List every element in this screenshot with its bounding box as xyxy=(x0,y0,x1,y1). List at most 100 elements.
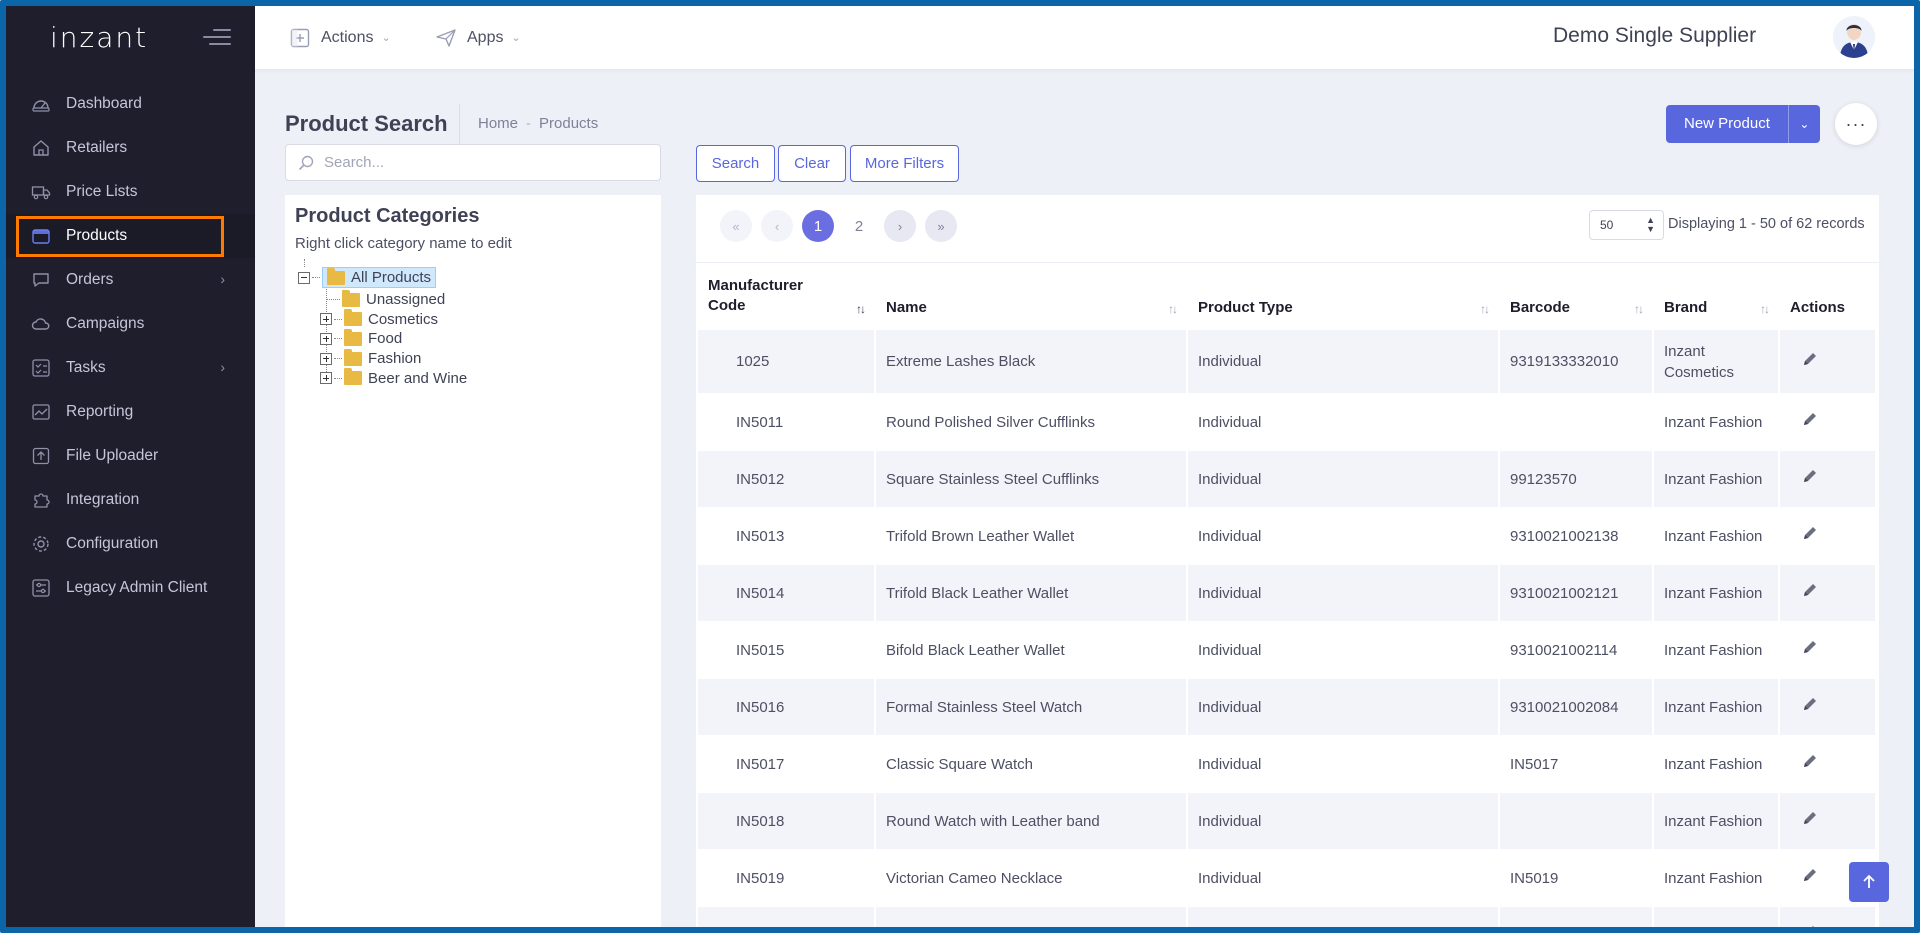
sidebar-item-configuration[interactable]: Configuration xyxy=(6,522,255,566)
table-row[interactable]: IN5018 Round Watch with Leather band Indiv… xyxy=(698,793,1877,850)
edit-pencil-icon[interactable] xyxy=(1790,413,1818,431)
app-frame: inzant Dashboard Retailers Price Lists Prod… xyxy=(0,0,1920,933)
edit-pencil-icon[interactable] xyxy=(1790,352,1818,371)
sidebar-item-campaigns[interactable]: Campaigns xyxy=(6,302,255,346)
page-number-2[interactable]: 2 xyxy=(843,210,875,242)
sidebar-item-dashboard[interactable]: Dashboard xyxy=(6,82,255,126)
chevron-down-icon: ⌄ xyxy=(511,32,521,44)
sort-icon[interactable]: ↑↓ xyxy=(1634,302,1644,316)
table-row[interactable]: IN5011 Round Polished Silver Cufflinks Ind… xyxy=(698,394,1877,451)
gauge-icon xyxy=(30,93,52,115)
last-page-icon[interactable]: » xyxy=(925,210,957,242)
tree-connector xyxy=(334,338,342,340)
hamburger-menu-icon[interactable] xyxy=(203,28,231,46)
expand-icon[interactable] xyxy=(320,372,332,385)
cell-barcode: 9310021002084 xyxy=(1500,679,1654,736)
edit-pencil-icon[interactable] xyxy=(1812,926,1814,927)
tree-node-label: Food xyxy=(368,330,403,348)
table-row[interactable]: IN5015 Bifold Black Leather Wallet Individ… xyxy=(698,622,1877,679)
supplier-name[interactable]: Demo Single Supplier xyxy=(1553,24,1756,48)
sort-asc-icon[interactable]: ↑↓ xyxy=(856,302,866,316)
table-row[interactable]: IN5017 Classic Square Watch Individual IN50… xyxy=(698,736,1877,793)
breadcrumb-home[interactable]: Home xyxy=(478,115,518,132)
cell-manufacturer-code: 1025 xyxy=(698,330,876,394)
product-categories-panel: Product Categories Right click category … xyxy=(285,195,661,927)
edit-pencil-icon[interactable] xyxy=(1790,470,1818,488)
column-header-brand[interactable]: Brand ↑↓ xyxy=(1654,265,1780,330)
tree-node-all-products[interactable]: All Products xyxy=(298,267,437,288)
column-header-barcode[interactable]: Barcode ↑↓ xyxy=(1500,265,1654,330)
tree-node-cosmetics[interactable]: Cosmetics xyxy=(320,309,438,328)
collapse-icon[interactable] xyxy=(298,271,310,284)
sidebar-item-reporting[interactable]: Reporting xyxy=(6,390,255,434)
table-row[interactable]: IN5013 Trifold Brown Leather Wallet Indivi… xyxy=(698,508,1877,565)
products-table: Manufacturer Code ↑↓ Name ↑↓ Product Type ↑… xyxy=(698,265,1877,927)
prev-page-icon[interactable]: ‹ xyxy=(761,210,793,242)
more-options-button[interactable]: ··· xyxy=(1835,103,1877,145)
edit-pencil-icon[interactable] xyxy=(1790,584,1818,602)
tree-node-unassigned[interactable]: Unassigned xyxy=(326,289,445,308)
sidebar-item-price-lists[interactable]: Price Lists xyxy=(6,170,255,214)
new-product-button[interactable]: New Product xyxy=(1666,105,1788,143)
sidebar-item-file-uploader[interactable]: File Uploader xyxy=(6,434,255,478)
user-avatar[interactable] xyxy=(1833,16,1875,58)
apps-menu[interactable]: Apps ⌄ xyxy=(435,6,521,69)
vertical-scrollbar[interactable] xyxy=(1914,14,1920,264)
sidebar-item-orders[interactable]: Orders › xyxy=(6,258,255,302)
table-header-row: Manufacturer Code ↑↓ Name ↑↓ Product Type ↑… xyxy=(698,265,1877,330)
scroll-to-top-button[interactable] xyxy=(1849,862,1889,902)
next-page-icon[interactable]: › xyxy=(884,210,916,242)
table-row[interactable]: IN5019 Victorian Cameo Necklace Individual… xyxy=(698,850,1877,907)
sidebar-item-integration[interactable]: Integration xyxy=(6,478,255,522)
search-input[interactable] xyxy=(324,154,644,171)
search-icon xyxy=(298,155,314,170)
expand-icon[interactable] xyxy=(320,352,332,365)
cell-actions xyxy=(1780,679,1877,736)
table-row[interactable]: IN5016 Formal Stainless Steel Watch Indivi… xyxy=(698,679,1877,736)
cell-actions xyxy=(1780,451,1877,508)
edit-pencil-icon[interactable] xyxy=(1790,641,1818,659)
column-header-manufacturer-code[interactable]: Manufacturer Code ↑↓ xyxy=(698,265,876,330)
table-body: 1025 Extreme Lashes Black Individual 931913… xyxy=(698,330,1877,927)
sidebar-item-products[interactable]: Products xyxy=(6,214,255,258)
edit-pencil-icon[interactable] xyxy=(1790,869,1818,887)
first-page-icon[interactable]: « xyxy=(720,210,752,242)
cell-manufacturer-code: IN5015 xyxy=(698,622,876,679)
column-header-name[interactable]: Name ↑↓ xyxy=(876,265,1188,330)
sort-icon[interactable]: ↑↓ xyxy=(1480,302,1490,316)
table-row[interactable]: 1025 Extreme Lashes Black Individual 931913… xyxy=(698,330,1877,394)
breadcrumb-products[interactable]: Products xyxy=(539,115,598,132)
tree-node-food[interactable]: Food xyxy=(320,328,403,348)
sidebar-item-tasks[interactable]: Tasks › xyxy=(6,346,255,390)
table-row[interactable]: IN5012 Square Stainless Steel Cufflinks In… xyxy=(698,451,1877,508)
tree-node-beer-and-wine[interactable]: Beer and Wine xyxy=(320,368,467,387)
tree-node-fashion[interactable]: Fashion xyxy=(320,348,421,367)
edit-pencil-icon[interactable] xyxy=(1790,812,1818,830)
edit-pencil-icon[interactable] xyxy=(1790,698,1818,716)
sort-icon[interactable]: ↑↓ xyxy=(1168,302,1178,316)
page-number-1[interactable]: 1 xyxy=(802,210,834,242)
search-button[interactable]: Search xyxy=(696,145,775,182)
column-header-product-type[interactable]: Product Type ↑↓ xyxy=(1188,265,1500,330)
new-product-dropdown-chevron-icon[interactable]: ⌄ xyxy=(1787,105,1820,143)
pagination: « ‹ 1 2 › » xyxy=(720,210,966,242)
puzzle-icon xyxy=(30,489,52,511)
table-row[interactable]: IN5014 Trifold Black Leather Wallet Indivi… xyxy=(698,565,1877,622)
cell-product-type: Individual xyxy=(1188,565,1500,622)
table-row[interactable]: IN5020Silver Necklace with Blue StoneInd… xyxy=(698,907,1877,927)
actions-menu[interactable]: Actions ⌄ xyxy=(289,6,391,69)
tree-node-selected[interactable]: All Products xyxy=(322,267,437,288)
brand-logo[interactable]: inzant xyxy=(50,21,148,54)
clear-button[interactable]: Clear xyxy=(778,145,846,182)
more-filters-button[interactable]: More Filters xyxy=(850,145,959,182)
expand-icon[interactable] xyxy=(320,332,332,345)
expand-icon[interactable] xyxy=(320,313,332,326)
sidebar-item-retailers[interactable]: Retailers xyxy=(6,126,255,170)
edit-pencil-icon[interactable] xyxy=(1790,527,1818,545)
edit-pencil-icon[interactable] xyxy=(1790,755,1818,773)
sort-icon[interactable]: ↑↓ xyxy=(1760,302,1770,316)
page-size-select[interactable]: 50 ▲ ▼ xyxy=(1589,210,1664,240)
sidebar-item-legacy-admin-client[interactable]: Legacy Admin Client xyxy=(6,566,255,610)
title-divider xyxy=(459,104,460,144)
cell-name: Victorian Cameo Necklace xyxy=(876,850,1188,907)
